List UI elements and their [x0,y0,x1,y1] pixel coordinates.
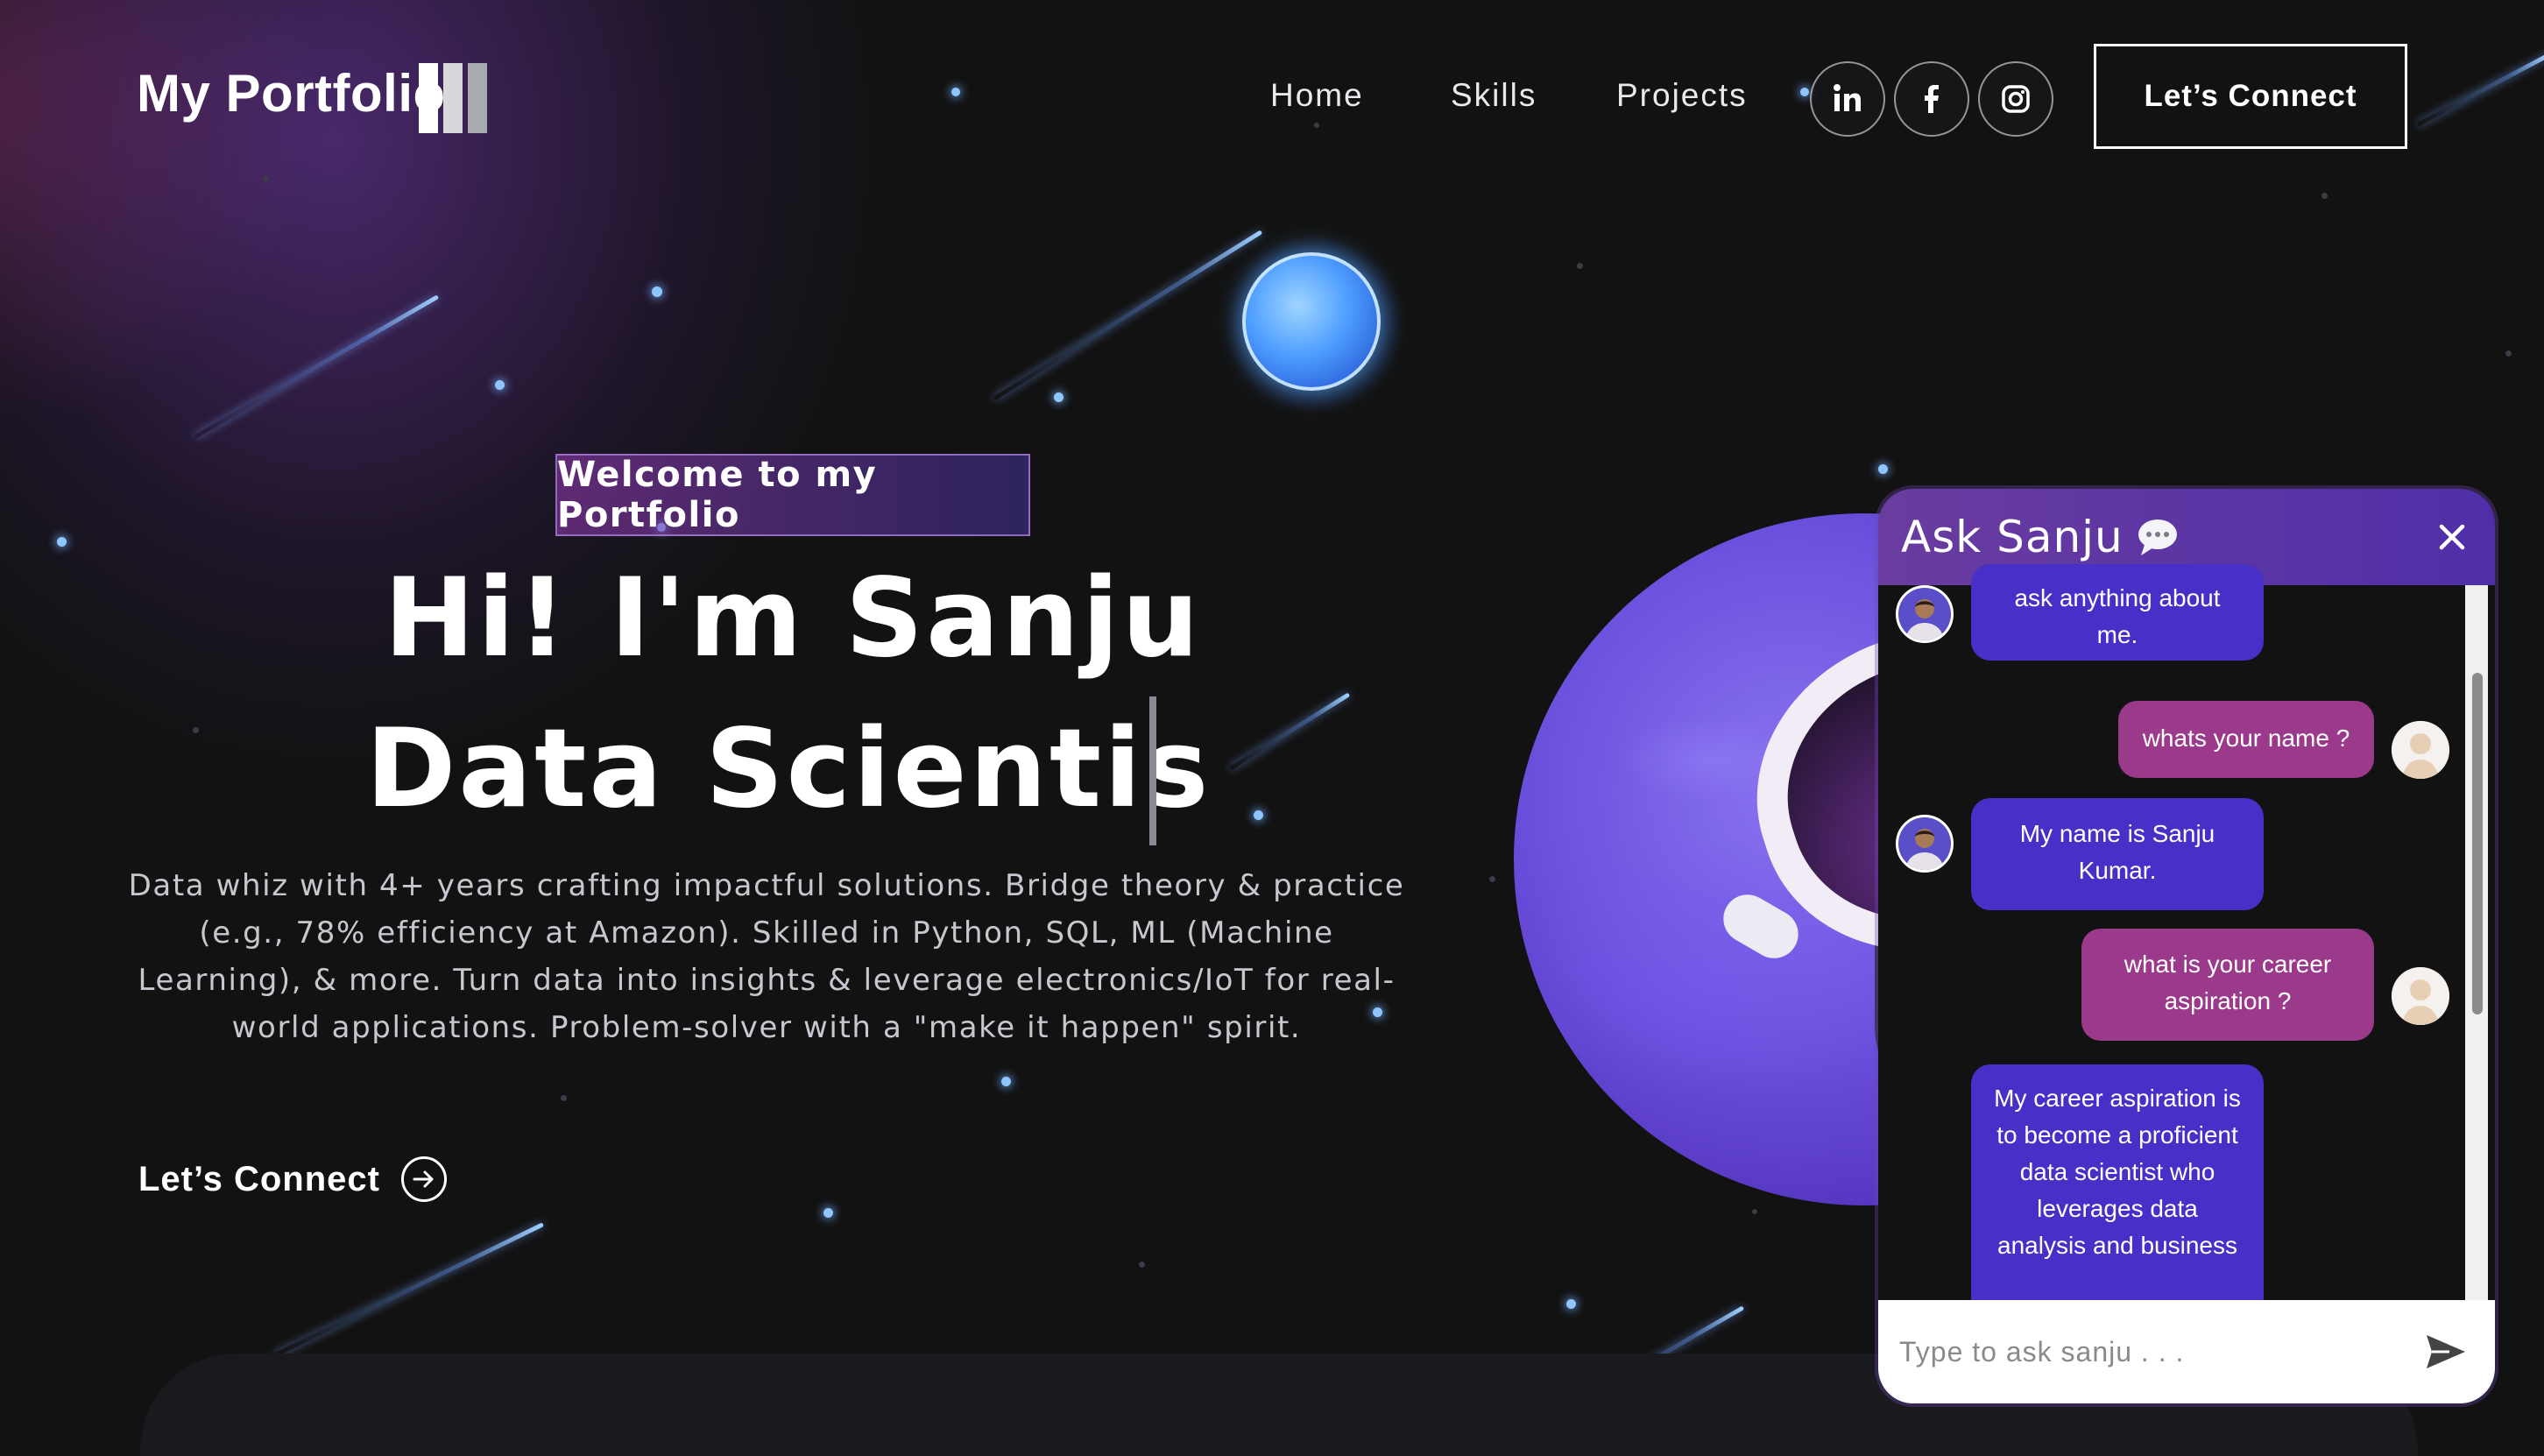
star [1001,1077,1011,1086]
user-message: whats your name ? [2118,701,2374,778]
site-logo[interactable]: My Portfolio [137,63,446,124]
speech-bubble-icon [2138,519,2177,555]
linkedin-button[interactable] [1810,61,1885,137]
dust [1139,1262,1145,1268]
chat-input-bar [1878,1300,2495,1403]
meteor [993,230,1263,401]
linkedin-icon [1834,84,1861,111]
star [495,380,505,390]
chat-input[interactable] [1897,1325,2392,1379]
star [652,286,662,297]
lets-connect-hero-button[interactable]: Let’s Connect [138,1156,447,1202]
user-avatar [2392,721,2449,779]
instagram-button[interactable] [1978,61,2053,137]
bot-message: My name is Sanju Kumar. [1971,798,2264,910]
dust [1489,876,1495,882]
dust [561,1095,567,1101]
bot-avatar [1896,815,1954,873]
typing-cursor [1149,696,1156,845]
bot-avatar [1896,585,1954,643]
chat-scrollbar[interactable] [2465,585,2488,1300]
lets-connect-nav-button[interactable]: Let’s Connect [2094,44,2407,149]
close-icon[interactable] [2432,517,2472,557]
small-planet-illustration [1242,252,1381,391]
hero-typed-role: Data Scientis [365,706,1212,832]
nav-link-skills[interactable]: Skills [1451,77,1537,114]
send-icon[interactable] [2423,1330,2469,1374]
user-avatar [2392,967,2449,1025]
dust [1752,1209,1757,1214]
dust [2505,350,2512,357]
star [1566,1299,1576,1309]
arrow-right-circle-icon [401,1156,447,1202]
instagram-icon [2002,85,2030,113]
star [1878,464,1888,474]
bot-message: My career aspiration is to become a prof… [1971,1064,2264,1327]
nav-link-projects[interactable]: Projects [1616,77,1748,114]
nav-link-home[interactable]: Home [1270,77,1364,114]
star [1054,392,1064,402]
dust [1577,263,1583,269]
navbar: My Portfolio Home Skills Projects Let’s … [0,0,2544,201]
facebook-button[interactable] [1894,61,1969,137]
chat-scrollbar-thumb[interactable] [2472,673,2483,1014]
chat-title: Ask Sanju [1901,512,2124,562]
bot-message: ask anything about me. [1971,564,2264,661]
chat-messages: ask anything about me. whats your name ?… [1878,564,2465,1041]
hero-greeting: Hi! I'm Sanju [384,555,1202,682]
facebook-icon [1925,85,1939,113]
logo-bars-icon [419,63,487,133]
meteor [274,1222,545,1357]
chat-widget: Ask Sanju ask anything about me. whats y… [1878,489,2495,1403]
star [823,1208,833,1218]
lets-connect-label: Let’s Connect [138,1159,380,1198]
star [57,537,67,547]
hero-description: Data whiz with 4+ years crafting impactf… [128,868,1405,1045]
user-message: what is your career aspiration ? [2081,929,2374,1041]
welcome-tagline: Welcome to my Portfolio [555,454,1030,536]
meteor [194,294,440,439]
